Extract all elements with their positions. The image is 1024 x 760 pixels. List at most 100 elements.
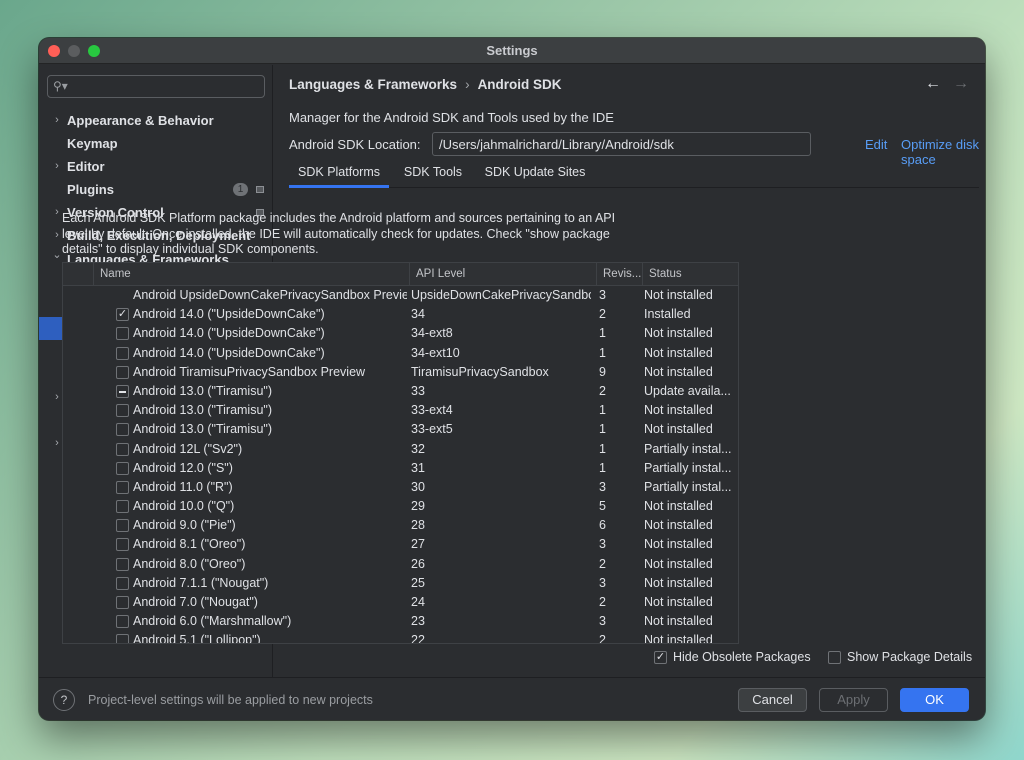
package-name: Android 12L ("Sv2") [133,441,243,456]
forward-arrow-icon[interactable]: → [953,75,969,93]
help-icon[interactable]: ? [53,689,75,711]
package-checkbox[interactable] [116,596,129,609]
api-level: 25 [411,575,425,590]
chevron-right-icon[interactable]: › [52,201,62,224]
revision: 6 [599,518,606,533]
show-package-details-option[interactable]: Show Package Details [828,650,972,664]
tab-sdk-platforms[interactable]: SDK Platforms [289,160,389,188]
sidebar-item-keymap[interactable]: Keymap [39,132,273,155]
api-level: 32 [411,441,425,456]
package-checkbox[interactable] [116,557,129,571]
package-checkbox[interactable] [116,346,129,360]
tab-sdk-tools[interactable]: SDK Tools [393,160,473,188]
close-window-button[interactable] [48,45,60,57]
package-checkbox[interactable] [116,423,129,437]
revision: 1 [599,460,606,475]
sdk-location-field[interactable]: /Users/jahmalrichard/Library/Android/sdk [432,132,811,156]
chevron-down-icon[interactable]: ⌄ [52,244,62,267]
tab-sdk-update-sites[interactable]: SDK Update Sites [479,160,591,188]
sidebar-item-editor[interactable]: › Editor [39,155,273,178]
window-title: Settings [486,43,538,58]
sidebar-item-label: Keymap [67,136,118,152]
package-checkbox[interactable] [116,538,129,552]
edit-link[interactable]: Edit [865,137,887,152]
table-row[interactable]: ✓ Android 14.0 ("UpsideDownCake") 34 2 Insta… [63,305,738,324]
package-checkbox[interactable] [116,500,129,514]
hide-obsolete-label: Hide Obsolete Packages [673,650,811,664]
chevron-right-icon[interactable]: › [52,432,62,455]
sidebar-item-plugins[interactable]: Plugins 1 [39,178,273,201]
column-header-name[interactable]: Name [93,263,409,286]
revision: 1 [599,441,606,456]
column-header-status[interactable]: Status [642,263,738,286]
table-row[interactable]: Android 5.1 ("Lollipop") 22 2 Not installed [63,631,738,643]
install-status: Not installed [644,518,713,533]
cancel-button[interactable]: Cancel [738,688,807,712]
package-name: Android 7.0 ("Nougat") [133,595,258,609]
revision: 3 [599,288,606,302]
table-row[interactable]: Android 14.0 ("UpsideDownCake") 34-ext8 1 N… [63,324,738,343]
table-row[interactable]: Android 7.0 ("Nougat") 24 2 Not installed [63,593,738,612]
api-level: 34-ext10 [411,345,460,360]
sidebar-item-appearance-behavior[interactable]: › Appearance & Behavior [39,109,273,132]
hide-obsolete-option[interactable]: ✓ Hide Obsolete Packages [654,650,811,664]
table-row[interactable]: Android 13.0 ("Tiramisu") 33-ext5 1 Not ins… [63,420,738,439]
table-row[interactable]: Android 14.0 ("UpsideDownCake") 34-ext10 1… [63,344,738,363]
show-package-details-checkbox[interactable] [828,650,841,664]
table-row[interactable]: Android 10.0 ("Q") 29 5 Not installed [63,497,738,516]
update-count-badge: 1 [233,183,248,197]
install-status: Not installed [644,364,713,379]
revision: 2 [599,556,606,571]
package-checkbox[interactable] [116,461,129,475]
column-header-revision[interactable]: Revis... [596,263,642,286]
package-checkbox[interactable] [116,404,129,418]
table-row[interactable]: Android 6.0 ("Marshmallow") 23 3 Not instal… [63,612,738,631]
chevron-right-icon[interactable]: › [52,155,62,178]
package-name: Android 12.0 ("S") [133,460,233,475]
api-level: 26 [411,556,425,571]
table-row[interactable]: Android UpsideDownCakePrivacySandbox Pre… [63,286,738,305]
hide-obsolete-checkbox[interactable]: ✓ [654,650,667,664]
revision: 1 [599,326,606,341]
breadcrumb-parent[interactable]: Languages & Frameworks [289,77,457,92]
chevron-right-icon[interactable]: › [52,109,62,132]
back-arrow-icon[interactable]: ← [925,75,941,93]
table-row[interactable]: Android 12.0 ("S") 31 1 Partially instal... [63,459,738,478]
package-checkbox[interactable] [116,365,129,379]
table-row[interactable]: Android 7.1.1 ("Nougat") 25 3 Not installed [63,574,738,593]
table-row[interactable]: Android 13.0 ("Tiramisu") 33 2 Update avail… [63,382,738,401]
chevron-right-icon[interactable]: › [52,386,62,409]
zoom-window-button[interactable] [88,45,100,57]
table-row[interactable]: Android 8.0 ("Oreo") 26 2 Not installed [63,555,738,574]
package-name: Android 9.0 ("Pie") [133,518,236,533]
ok-button[interactable]: OK [900,688,969,712]
api-level: 34 [411,307,425,322]
package-checkbox[interactable] [116,442,129,456]
settings-search-input[interactable] [68,78,258,95]
minimize-window-button[interactable] [68,45,80,57]
revision: 3 [599,537,606,552]
column-header-api-level[interactable]: API Level [409,263,596,286]
package-checkbox[interactable] [116,327,129,341]
package-checkbox[interactable] [116,480,129,494]
settings-search[interactable]: ⚲▾ [47,75,265,98]
api-level: 28 [411,518,425,533]
table-row[interactable]: Android 9.0 ("Pie") 28 6 Not installed [63,516,738,535]
package-name: Android UpsideDownCakePrivacySandbox Pre… [133,288,407,302]
package-checkbox[interactable] [116,576,129,590]
package-checkbox[interactable] [116,615,129,629]
package-checkbox[interactable] [116,634,129,643]
table-row[interactable]: Android 8.1 ("Oreo") 27 3 Not installed [63,535,738,554]
revision: 1 [599,422,606,437]
table-row[interactable]: Android TiramisuPrivacySandbox Preview Ti… [63,363,738,382]
table-row[interactable]: Android 12L ("Sv2") 32 1 Partially instal..… [63,440,738,459]
install-status: Not installed [644,499,713,514]
package-checkbox[interactable] [116,384,129,398]
package-checkbox[interactable]: ✓ [116,308,129,322]
table-row[interactable]: Android 13.0 ("Tiramisu") 33-ext4 1 Not ins… [63,401,738,420]
table-row[interactable]: Android 11.0 ("R") 30 3 Partially instal... [63,478,738,497]
package-checkbox[interactable] [116,519,129,533]
dialog-footer: ? Project-level settings will be applied… [39,677,985,720]
revision: 1 [599,403,606,418]
apply-button[interactable]: Apply [819,688,888,712]
